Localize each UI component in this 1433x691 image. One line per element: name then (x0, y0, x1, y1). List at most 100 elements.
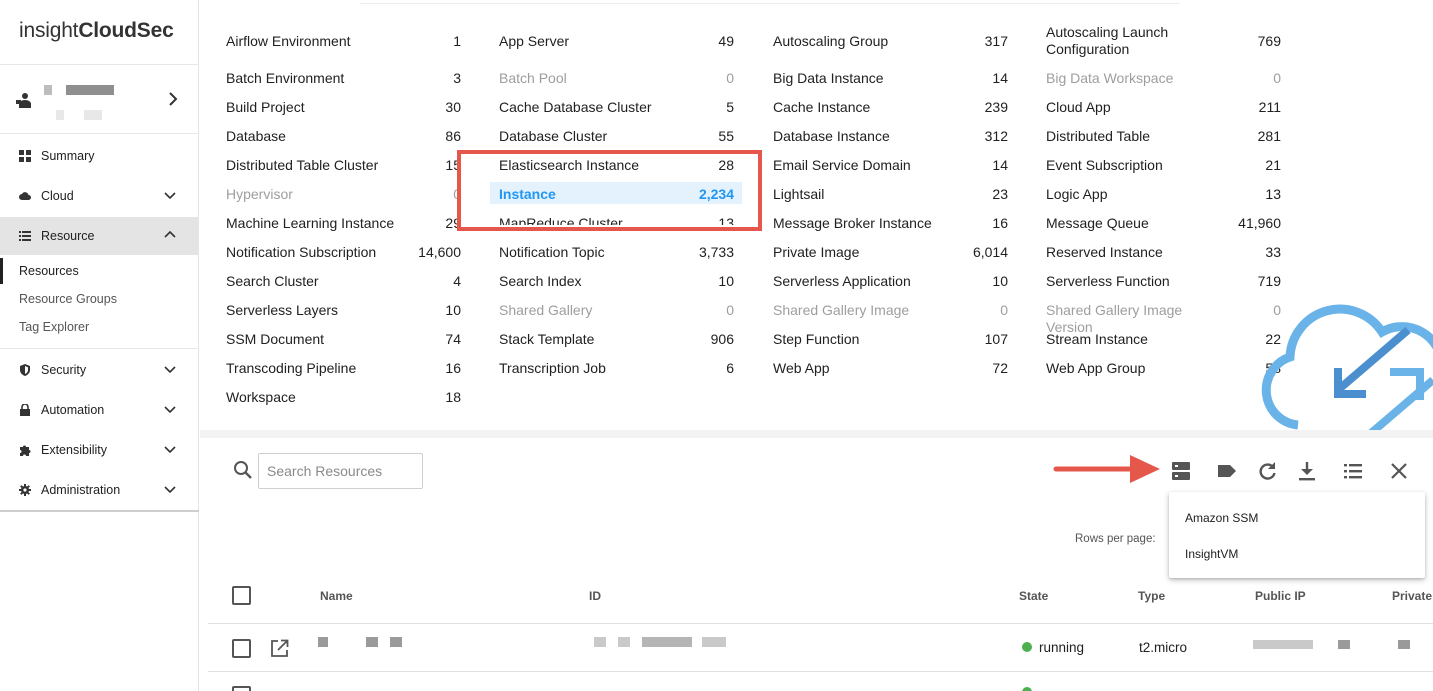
resource-type-count: 769 (1257, 33, 1281, 49)
column-header-public-ip[interactable]: Public IP (1255, 589, 1306, 603)
row-type: t2.micro (1139, 640, 1188, 655)
panel-separator (200, 430, 1433, 438)
resource-type-count: 72 (992, 360, 1008, 376)
resource-type-count: 719 (1257, 273, 1281, 289)
server-icon[interactable] (1169, 459, 1193, 483)
resource-type-name: Serverless Function (1046, 273, 1170, 289)
nav-label: Automation (41, 403, 105, 417)
column-header-private-ip[interactable]: Private (1392, 589, 1432, 603)
resource-type-name: Reserved Instance (1046, 244, 1163, 260)
list-icon[interactable] (1341, 459, 1365, 483)
active-subitem-marker (0, 258, 3, 284)
gear-icon (19, 484, 31, 496)
nav-item-extensibility[interactable]: Extensibility (0, 431, 199, 469)
column-header-id[interactable]: ID (589, 589, 601, 603)
chevron-down-icon[interactable] (163, 188, 177, 202)
resource-type-count: 14 (992, 70, 1008, 86)
resource-type-name: Notification Subscription (226, 244, 377, 260)
nav-item-administration[interactable]: Administration (0, 471, 199, 509)
resource-type-count: 30 (445, 99, 461, 115)
nav-item-summary[interactable]: Summary (0, 137, 199, 175)
resource-type-count: 6,014 (972, 244, 1008, 260)
resource-type-name: Airflow Environment (226, 33, 351, 49)
resource-type-name: Hypervisor (226, 186, 293, 202)
menu-item-insightvm[interactable]: InsightVM (1185, 547, 1238, 561)
subnav-item-resource-groups[interactable]: Resource Groups (19, 292, 117, 306)
nav-label: Security (41, 363, 87, 377)
resource-type-name: Autoscaling Group (773, 33, 889, 49)
redacted-id (642, 637, 692, 647)
resource-type-count: 74 (445, 331, 461, 347)
redacted-id (702, 637, 726, 647)
resource-type-name: Shared Gallery (499, 302, 593, 318)
resource-type-count: 55 (718, 128, 734, 144)
lock-icon (20, 404, 30, 416)
highlight-callout-box (457, 150, 762, 231)
resource-type-name: Cache Database Cluster (499, 99, 652, 115)
resource-type-name: Message Queue (1046, 215, 1149, 231)
divider (0, 133, 199, 134)
resource-type-name: Machine Learning Instance (226, 215, 395, 231)
chevron-down-icon[interactable] (163, 442, 177, 456)
nav-item-cloud[interactable]: Cloud (0, 177, 199, 215)
open-external-icon[interactable] (270, 639, 289, 658)
resource-type-count: 1 (453, 33, 461, 49)
select-all-checkbox[interactable] (232, 586, 251, 605)
account-name-redacted (66, 85, 114, 95)
app-logo[interactable]: insightCloudSec (19, 19, 174, 43)
chevron-down-icon[interactable] (163, 402, 177, 416)
divider (208, 671, 1433, 672)
resource-type-name: Email Service Domain (773, 157, 911, 173)
redacted-id (594, 637, 606, 647)
chevron-down-icon[interactable] (163, 482, 177, 496)
resource-type-name: Serverless Application (773, 273, 911, 289)
close-icon[interactable] (1387, 459, 1411, 483)
nav-item-security[interactable]: Security (0, 351, 199, 389)
resource-type-name: Search Cluster (226, 273, 319, 289)
resource-type-count: 33 (1265, 244, 1281, 260)
column-header-state[interactable]: State (1019, 589, 1048, 603)
row-checkbox[interactable] (232, 686, 251, 691)
resource-type-count: 14 (992, 157, 1008, 173)
chevron-right-icon[interactable] (168, 91, 178, 107)
resource-type-name: Transcoding Pipeline (226, 360, 357, 376)
resource-type-count: 23 (992, 186, 1008, 202)
resource-type-count: 10 (718, 273, 734, 289)
puzzle-icon (20, 445, 31, 456)
resource-type-count: 211 (1258, 99, 1281, 115)
resource-type-count: 18 (445, 389, 461, 405)
callout-arrow (1053, 455, 1160, 483)
download-icon[interactable] (1295, 459, 1319, 483)
resource-type-name: Big Data Workspace (1046, 70, 1174, 86)
column-header-type[interactable]: Type (1138, 589, 1165, 603)
column-header-name[interactable]: Name (320, 589, 353, 603)
subnav-item-tag-explorer[interactable]: Tag Explorer (19, 320, 89, 334)
refresh-icon[interactable] (1255, 459, 1279, 483)
resource-type-count: 239 (984, 99, 1008, 115)
resource-type-count: 317 (984, 33, 1008, 49)
nav-label: Summary (41, 149, 95, 163)
chevron-down-icon[interactable] (163, 362, 177, 376)
resource-type-name: Notification Topic (499, 244, 605, 260)
nav-label: Resource (41, 229, 95, 243)
resource-type-name: Web App (773, 360, 830, 376)
resource-type-name: Build Project (226, 99, 305, 115)
nav-item-resource[interactable]: Resource (0, 217, 199, 255)
search-input[interactable] (258, 453, 423, 489)
resource-type-count: 4 (453, 273, 461, 289)
rows-per-page-label: Rows per page: (1075, 533, 1156, 545)
resource-type-count: 10 (992, 273, 1008, 289)
redacted-name (318, 637, 328, 647)
subnav-item-resources[interactable]: Resources (19, 264, 79, 278)
nav-item-automation[interactable]: Automation (0, 391, 199, 429)
row-checkbox[interactable] (232, 639, 251, 658)
row-state: running (1039, 640, 1085, 655)
resource-type-name: App Server (499, 33, 570, 49)
resource-type-name: Search Index (499, 273, 582, 289)
chevron-up-icon[interactable] (163, 228, 177, 242)
resource-type-count: 41,960 (1238, 215, 1281, 231)
tag-icon[interactable] (1215, 459, 1239, 483)
account-switcher[interactable] (0, 65, 199, 133)
running-status-dot (1022, 687, 1032, 691)
menu-item-amazon-ssm[interactable]: Amazon SSM (1185, 511, 1258, 525)
